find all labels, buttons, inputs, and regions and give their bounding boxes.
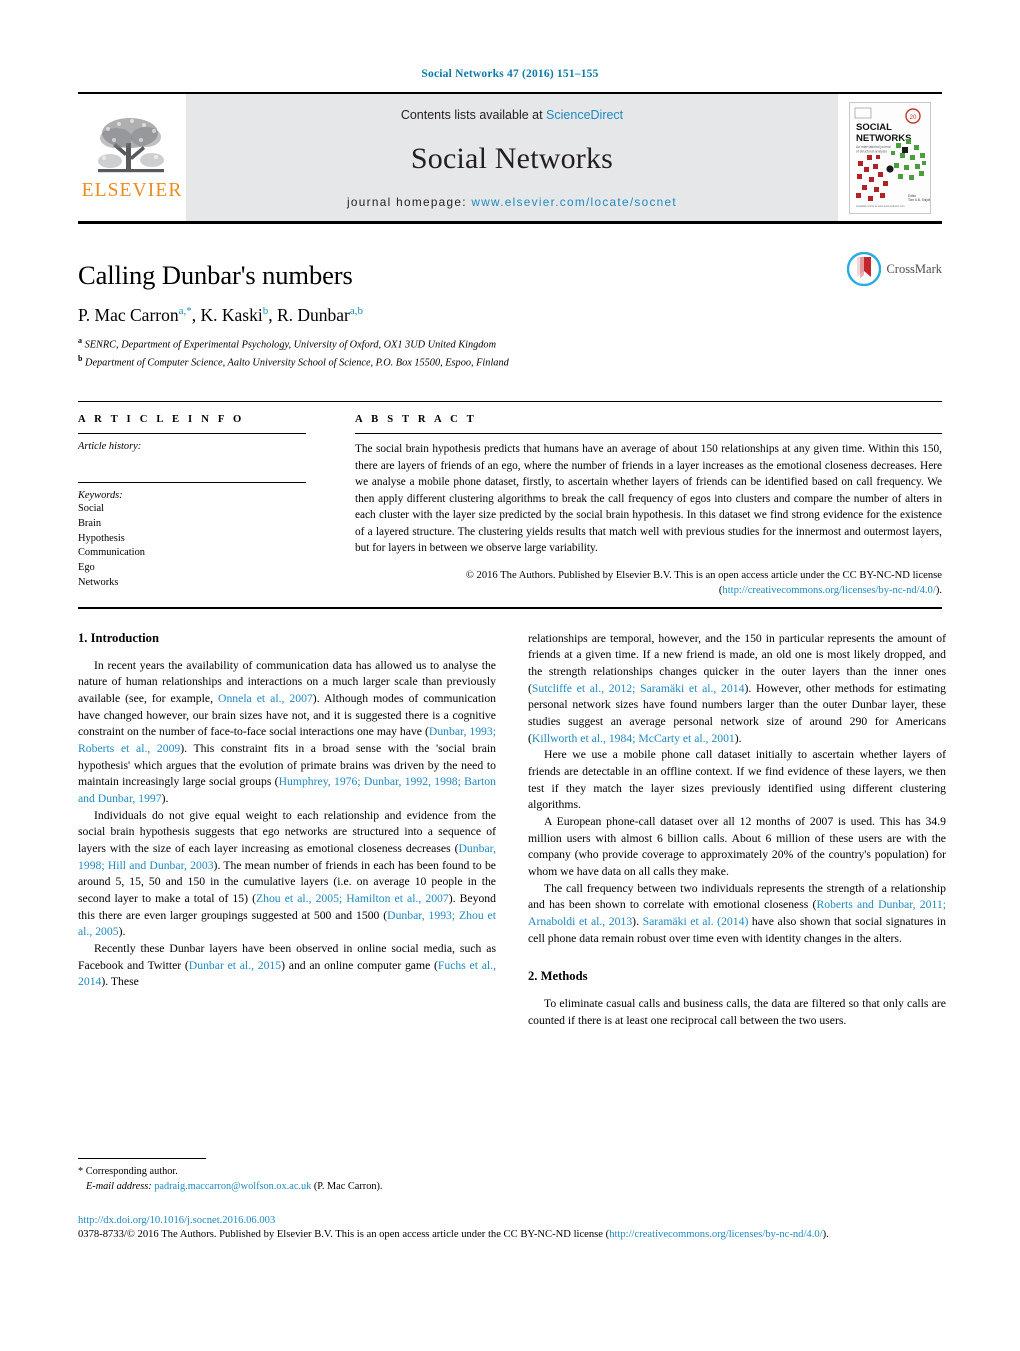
svg-text:NETWORKS: NETWORKS	[856, 133, 911, 144]
masthead-right: 20 SOCIAL NETWORKS An international jour…	[838, 94, 942, 221]
affiliation-a: a SENRC, Department of Experimental Psyc…	[78, 335, 942, 353]
title-block: CrossMark Calling Dunbar's numbers P. Ma…	[78, 252, 942, 371]
abstract-heading: A B S T R A C T	[355, 414, 477, 426]
footnote-star: *	[78, 1166, 84, 1177]
text-run: ).	[161, 791, 169, 805]
methods-paragraph-1: To eliminate casual calls and business c…	[528, 997, 946, 1028]
body-columns: 1. Introduction In recent years the avai…	[78, 631, 946, 1030]
abstract-column: A B S T R A C T The social brain hypothe…	[333, 414, 942, 599]
affiliation-b: b Department of Computer Science, Aalto …	[78, 353, 942, 371]
section-heading-introduction: 1. Introduction	[78, 630, 159, 645]
text-run: ) and an online computer game (	[281, 958, 438, 972]
keywords-list: Social Brain Hypothesis Communication Eg…	[78, 502, 315, 591]
copyright-post: ).	[935, 585, 942, 597]
article-history-values	[78, 452, 315, 474]
keyword-item: Communication	[78, 547, 145, 559]
right-column: relationships are temporal, however, and…	[528, 631, 946, 1030]
svg-text:Tom A.B. Snijders: Tom A.B. Snijders	[908, 198, 931, 202]
author-list: P. Mac Carrona,*, K. Kaskib, R. Dunbara,…	[78, 305, 364, 325]
corresponding-author-note: * Corresponding author.	[78, 1165, 496, 1180]
affiliation-a-marker: a	[78, 336, 82, 345]
divider	[78, 433, 306, 435]
citation-link[interactable]: Zhou et al., 2005; Hamilton et al., 2007	[256, 892, 449, 905]
crossmark-icon	[847, 252, 882, 286]
homepage-url-link[interactable]: www.elsevier.com/locate/socnet	[471, 195, 677, 209]
divider	[355, 433, 942, 435]
section-heading-methods: 2. Methods	[528, 969, 588, 984]
article-info-column: A R T I C L E I N F O Article history: K…	[78, 414, 333, 599]
keyword-item: Hypothesis	[78, 532, 125, 544]
text-run: Individuals do not give equal weight to …	[78, 808, 496, 855]
footer-license-link[interactable]: http://creativecommons.org/licenses/by-n…	[609, 1229, 822, 1240]
cover-art-icon: 20 SOCIAL NETWORKS An international jour…	[850, 102, 931, 213]
contents-prefix: Contents lists available at	[400, 108, 547, 122]
paper-page: Social Networks 47 (2016) 151–155 ELSEVI…	[0, 0, 1020, 1351]
text-run: ).	[632, 915, 643, 929]
svg-text:SOCIAL: SOCIAL	[856, 122, 892, 133]
citation-link[interactable]: Dunbar et al., 2015	[189, 959, 281, 972]
right-paragraph-2: Here we use a mobile phone call dataset …	[528, 748, 946, 812]
right-paragraph-4: The call frequency between two individua…	[528, 881, 946, 948]
article-history-label: Article history:	[78, 441, 142, 453]
keyword-item: Networks	[78, 576, 119, 588]
affiliation-b-marker: b	[78, 354, 83, 364]
abstract-text: The social brain hypothesis predicts tha…	[355, 443, 942, 555]
affiliation-a-text: SENRC, Department of Experimental Psycho…	[84, 339, 497, 351]
svg-text:Available online at www.scienc: Available online at www.sciencedirect.co…	[856, 204, 905, 208]
intro-paragraph-1: In recent years the availability of comm…	[78, 658, 496, 808]
masthead-center: Contents lists available at ScienceDirec…	[186, 94, 838, 221]
keyword-item: Ego	[78, 562, 95, 574]
footnote-block: * Corresponding author. E-mail address: …	[78, 1158, 496, 1194]
sciencedirect-link[interactable]: ScienceDirect	[546, 108, 623, 122]
right-paragraph-1: relationships are temporal, however, and…	[528, 631, 946, 748]
keyword-item: Brain	[78, 517, 102, 529]
svg-text:of structural analysis: of structural analysis	[856, 149, 887, 153]
email-label: E-mail address:	[86, 1180, 152, 1192]
email-note: E-mail address: padraig.maccarron@wolfso…	[78, 1180, 496, 1195]
text-run: ). These	[101, 975, 139, 989]
elsevier-tree-icon	[98, 118, 164, 173]
info-abstract-block: A R T I C L E I N F O Article history: K…	[78, 401, 942, 609]
text-run: ).	[118, 925, 126, 939]
elsevier-logo: ELSEVIER	[78, 94, 186, 221]
abstract-copyright: © 2016 The Authors. Published by Elsevie…	[355, 568, 942, 599]
page-title: Calling Dunbar's numbers	[78, 260, 353, 290]
license-link[interactable]: http://creativecommons.org/licenses/by-n…	[722, 585, 935, 596]
keyword-item: Social	[78, 503, 104, 515]
corresponding-author-text: Corresponding author.	[85, 1166, 178, 1177]
text-run: ).	[734, 731, 742, 745]
page-footer: http://dx.doi.org/10.1016/j.socnet.2016.…	[78, 1215, 942, 1242]
article-info-heading: A R T I C L E I N F O	[78, 414, 245, 426]
svg-text:20: 20	[910, 115, 917, 121]
divider	[78, 1158, 206, 1159]
divider	[78, 482, 306, 484]
svg-text:An international journal: An international journal	[856, 145, 891, 149]
right-paragraph-3: A European phone-call dataset over all 1…	[528, 815, 946, 879]
keywords-label: Keywords:	[78, 490, 123, 502]
contents-list-line: Contents lists available at ScienceDirec…	[401, 108, 623, 122]
intro-paragraph-3: Recently these Dunbar layers have been o…	[78, 941, 496, 991]
citation-link[interactable]: Killworth et al., 1984; McCarty et al., …	[532, 732, 735, 745]
citation-link[interactable]: Saramäki et al. (2014)	[643, 915, 749, 928]
crossmark-badge[interactable]: CrossMark	[847, 252, 942, 286]
citation-link[interactable]: Sutcliffe et al., 2012; Saramäki et al.,…	[532, 682, 745, 695]
crossmark-label: CrossMark	[886, 261, 942, 276]
issn-copyright-line: 0378-8733/© 2016 The Authors. Published …	[78, 1227, 942, 1242]
left-column: 1. Introduction In recent years the avai…	[78, 631, 496, 1030]
journal-title: Social Networks	[410, 142, 614, 175]
journal-cover-thumbnail: 20 SOCIAL NETWORKS An international jour…	[849, 101, 931, 214]
doi-link[interactable]: http://dx.doi.org/10.1016/j.socnet.2016.…	[78, 1215, 942, 1226]
elsevier-wordmark: ELSEVIER	[81, 180, 183, 201]
citation-link[interactable]: Onnela et al., 2007	[218, 692, 313, 705]
affiliation-b-text: Department of Computer Science, Aalto Un…	[85, 357, 509, 369]
email-link[interactable]: padraig.maccarron@wolfson.ox.ac.uk	[154, 1181, 311, 1192]
issn-post: ).	[822, 1229, 829, 1240]
issn-pre: 0378-8733/© 2016 The Authors. Published …	[78, 1229, 610, 1240]
running-head: Social Networks 47 (2016) 151–155	[421, 68, 599, 80]
email-author-suffix: (P. Mac Carron).	[313, 1180, 383, 1192]
homepage-prefix: journal homepage:	[347, 195, 467, 209]
journal-masthead: ELSEVIER Contents lists available at Sci…	[78, 92, 942, 224]
intro-paragraph-2: Individuals do not give equal weight to …	[78, 808, 496, 941]
journal-homepage-line: journal homepage: www.elsevier.com/locat…	[186, 195, 838, 209]
